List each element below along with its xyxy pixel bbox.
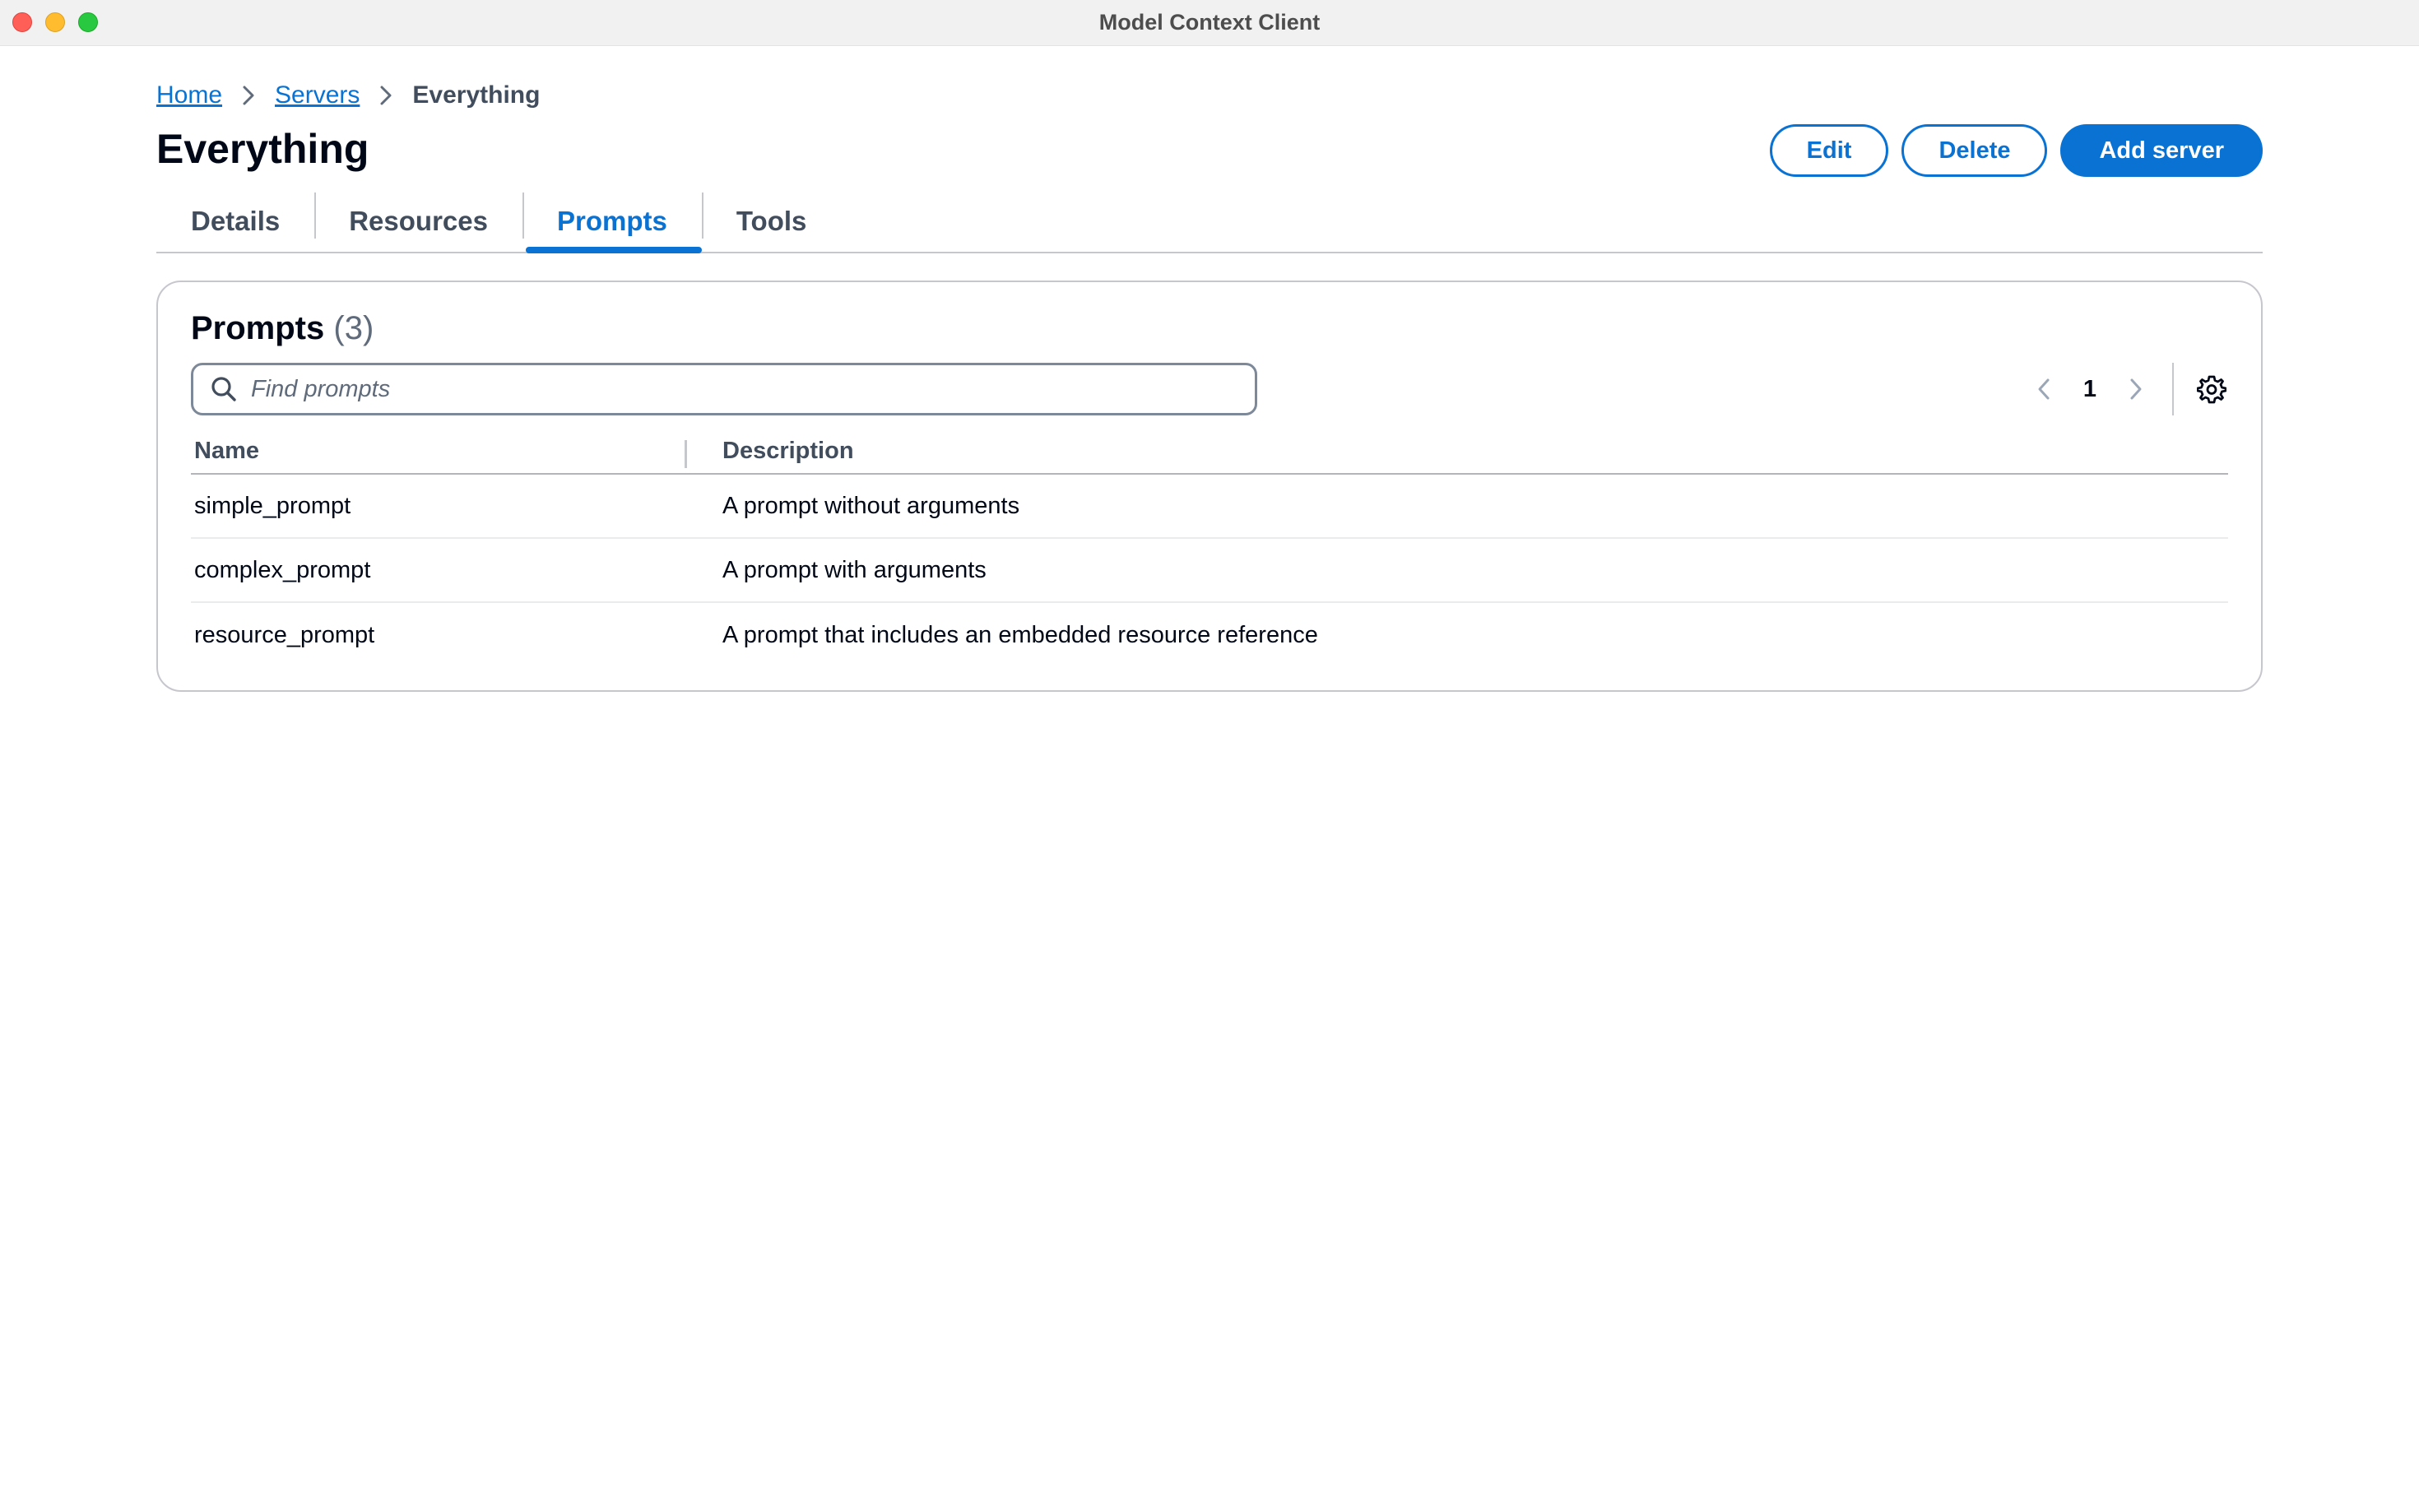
page-number[interactable]: 1: [2062, 376, 2118, 403]
prompt-description: A prompt with arguments: [722, 556, 987, 583]
pagination-divider: [2172, 363, 2174, 415]
prompt-name: simple_prompt: [194, 492, 351, 519]
table-header: Name Description: [191, 429, 2228, 475]
window-controls: [12, 12, 98, 32]
prompts-container: Prompts (3) 1 Name Description: [156, 281, 2263, 692]
page-title: Everything: [156, 126, 369, 172]
settings-gear-icon: [2197, 375, 2226, 404]
window-titlebar: Model Context Client: [0, 0, 2419, 46]
close-window-button[interactable]: [12, 12, 32, 32]
next-page-button[interactable]: [2118, 371, 2154, 407]
prompts-heading: Prompts (3): [191, 310, 374, 347]
edit-button[interactable]: Edit: [1769, 124, 1889, 177]
chevron-right-icon: [222, 85, 275, 106]
table-row[interactable]: simple_prompt A prompt without arguments: [191, 475, 2228, 539]
tab-prompts[interactable]: Prompts: [522, 191, 702, 253]
zoom-window-button[interactable]: [78, 12, 98, 32]
search-input[interactable]: [251, 375, 1222, 403]
window-title: Model Context Client: [1098, 10, 1321, 35]
column-header-description[interactable]: Description: [722, 438, 854, 465]
chevron-right-icon: [360, 85, 412, 106]
breadcrumb-home-link[interactable]: Home: [156, 81, 222, 109]
breadcrumb-current: Everything: [412, 81, 541, 109]
previous-page-button[interactable]: [2026, 371, 2062, 407]
delete-button[interactable]: Delete: [1901, 124, 2048, 177]
prompts-table: Name Description simple_prompt A prompt …: [191, 429, 2228, 667]
prompt-description: A prompt without arguments: [722, 492, 1020, 519]
column-header-name[interactable]: Name: [191, 438, 722, 465]
breadcrumb-servers-link[interactable]: Servers: [275, 81, 360, 109]
column-resize-handle[interactable]: [685, 440, 687, 468]
pagination: 1: [2026, 363, 2228, 415]
table-row[interactable]: resource_prompt A prompt that includes a…: [191, 603, 2228, 667]
breadcrumb: Home Servers Everything: [156, 79, 540, 112]
tab-bar: Details Resources Prompts Tools: [156, 191, 2263, 253]
minimize-window-button[interactable]: [45, 12, 65, 32]
tab-resources[interactable]: Resources: [314, 191, 522, 252]
search-field[interactable]: [191, 363, 1257, 415]
add-server-button[interactable]: Add server: [2060, 124, 2263, 177]
tab-tools[interactable]: Tools: [701, 191, 842, 252]
table-row[interactable]: complex_prompt A prompt with arguments: [191, 539, 2228, 603]
table-settings-button[interactable]: [2195, 373, 2228, 406]
tab-details[interactable]: Details: [156, 191, 314, 252]
header-actions: Edit Delete Add server: [1769, 124, 2263, 177]
chevron-left-icon: [2038, 378, 2050, 400]
prompts-count: (3): [333, 310, 374, 346]
prompts-heading-label: Prompts: [191, 310, 325, 346]
search-icon: [211, 377, 236, 401]
prompt-description: A prompt that includes an embedded resou…: [722, 621, 1318, 648]
prompt-name: complex_prompt: [194, 556, 371, 583]
prompt-name: resource_prompt: [194, 621, 375, 648]
chevron-right-icon: [2130, 378, 2142, 400]
